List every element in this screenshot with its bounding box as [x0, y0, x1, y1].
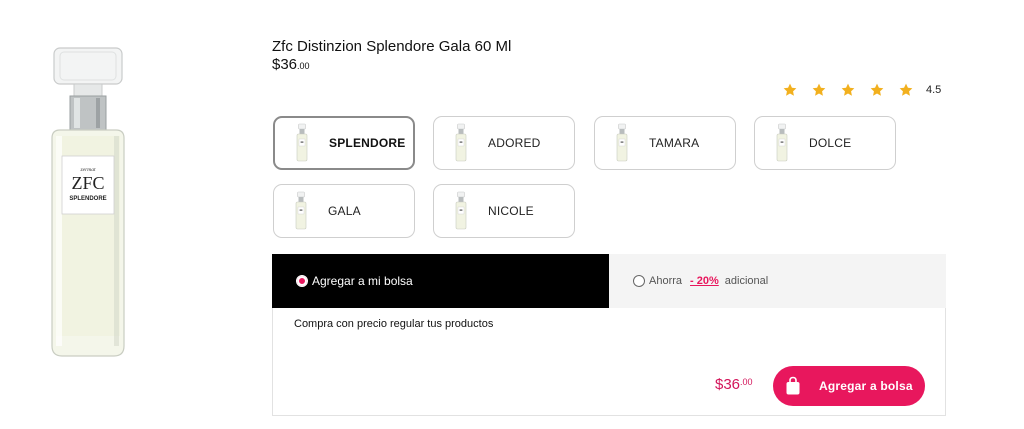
- total-price-cents: .00: [740, 377, 753, 387]
- bottle-label-name: SPLENDORE: [69, 196, 106, 202]
- option-add-to-bag[interactable]: Agregar a mi bolsa: [272, 254, 609, 308]
- rating-value: 4.5: [926, 84, 942, 96]
- star-icon: [869, 82, 885, 98]
- variant-splendore[interactable]: SPLENDORE: [273, 116, 415, 170]
- product-title: Zfc Distinzion Splendore Gala 60 Ml: [272, 38, 512, 55]
- bottle-thumbnail-icon: [454, 123, 468, 163]
- variant-gala[interactable]: GALA: [273, 184, 415, 238]
- total-price-main: $36: [715, 376, 741, 393]
- variant-adored[interactable]: ADORED: [433, 116, 575, 170]
- option-save-extra[interactable]: Ahorra - 20% adicional: [609, 254, 946, 308]
- product-page: zermat ZFC SPLENDORE Zfc Distinzion Sple…: [0, 0, 1024, 429]
- add-to-bag-label: Agregar a bolsa: [819, 379, 913, 393]
- add-to-bag-button[interactable]: Agregar a bolsa: [773, 366, 925, 406]
- star-icon: [898, 82, 914, 98]
- purchase-options: Agregar a mi bolsa Ahorra - 20% adiciona…: [272, 254, 946, 308]
- variant-label: SPLENDORE: [329, 136, 406, 150]
- variant-label: GALA: [328, 204, 361, 218]
- shopping-bag-icon: [785, 376, 801, 396]
- product-price: $36.00: [272, 56, 310, 74]
- bottle-thumbnail-icon: [295, 123, 309, 163]
- variant-label: NICOLE: [488, 204, 534, 218]
- discount-link[interactable]: - 20%: [690, 275, 719, 287]
- variant-nicole[interactable]: NICOLE: [433, 184, 575, 238]
- variant-label: DOLCE: [809, 136, 852, 150]
- total-price: $36.00: [715, 376, 753, 393]
- product-price-main: $36: [272, 56, 298, 73]
- option-add-label: Agregar a mi bolsa: [312, 274, 413, 288]
- bottle-thumbnail-icon: [775, 123, 789, 163]
- star-icon: [811, 82, 827, 98]
- purchase-panel: Compra con precio regular tus productos …: [272, 308, 946, 416]
- variant-dolce[interactable]: DOLCE: [754, 116, 896, 170]
- product-price-cents: .00: [297, 61, 310, 71]
- bottle-thumbnail-icon: [454, 191, 468, 231]
- variant-tamara[interactable]: TAMARA: [594, 116, 736, 170]
- star-icon: [840, 82, 856, 98]
- bottle-thumbnail-icon: [615, 123, 629, 163]
- bottle-thumbnail-icon: [294, 191, 308, 231]
- bottle-label-logo: ZFC: [71, 173, 104, 193]
- purchase-note: Compra con precio regular tus productos: [294, 318, 494, 330]
- radio-selected-icon[interactable]: [296, 275, 308, 287]
- radio-unselected-icon[interactable]: [633, 275, 645, 287]
- star-icon: [782, 82, 798, 98]
- option-save-suffix: adicional: [724, 275, 769, 287]
- variant-label: ADORED: [488, 136, 541, 150]
- product-image: zermat ZFC SPLENDORE: [38, 40, 138, 360]
- option-save-prefix: Ahorra: [649, 275, 683, 287]
- variant-label: TAMARA: [649, 136, 700, 150]
- rating: 4.5: [782, 82, 941, 98]
